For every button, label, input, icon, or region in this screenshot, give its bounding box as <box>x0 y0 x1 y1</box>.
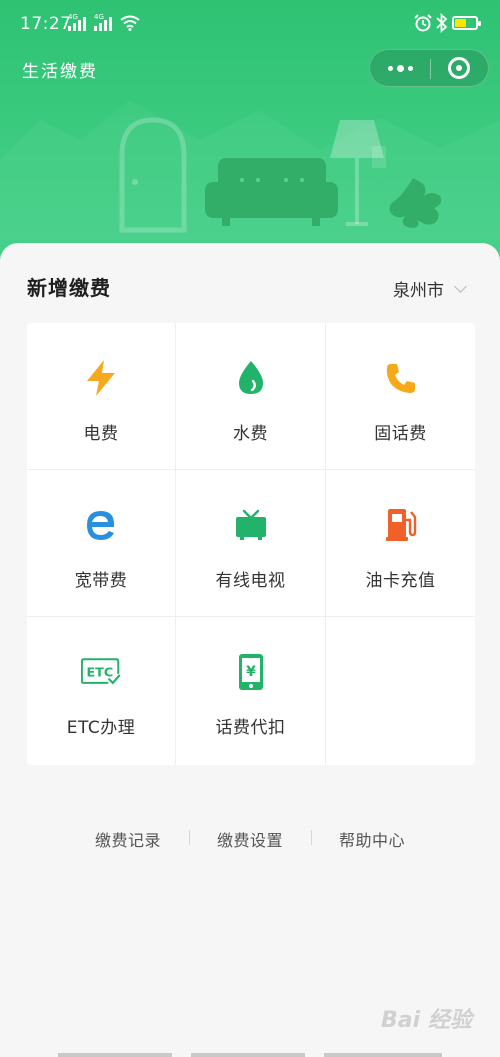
section-title: 新增缴费 <box>27 276 111 300</box>
service-label: ETC办理 <box>66 718 136 738</box>
baidu-watermark: Bai 经验 <box>381 1008 472 1033</box>
service-broadband[interactable]: 宽带费 <box>27 470 176 617</box>
alarm-icon <box>414 14 432 32</box>
service-water[interactable]: 水费 <box>176 323 326 470</box>
service-electricity[interactable]: 电费 <box>27 323 176 470</box>
status-bar: 17:27 4G 4G <box>0 0 500 50</box>
more-options-button[interactable] <box>370 50 430 86</box>
payment-records-link[interactable]: 缴费记录 <box>95 827 161 851</box>
divider <box>311 830 312 845</box>
service-label: 油卡充值 <box>365 571 436 591</box>
mini-program-capsule <box>369 49 489 87</box>
close-mini-program-button[interactable] <box>430 50 488 86</box>
tv-icon <box>231 505 271 545</box>
lightning-icon <box>81 358 121 398</box>
ie-browser-icon <box>81 505 121 545</box>
service-grid: 电费 水费 固话费 宽带费 有线电视 油卡充值 ETC ETC办理 ¥ 话费代扣 <box>27 323 475 765</box>
dot-icon <box>387 65 393 71</box>
gas-station-icon <box>381 505 421 545</box>
bluetooth-icon <box>436 13 448 33</box>
target-circle-icon <box>448 57 470 79</box>
footer-links: 缴费记录 缴费设置 帮助中心 <box>0 823 500 853</box>
service-label: 宽带费 <box>74 571 128 591</box>
main-card: 新增缴费 泉州市 电费 水费 固话费 宽带费 有线电视 油卡充值 ETC ETC… <box>0 243 500 1057</box>
service-fuel-card[interactable]: 油卡充值 <box>326 470 475 617</box>
empty-cell <box>326 617 475 765</box>
battery-icon <box>452 16 481 30</box>
dot-icon <box>407 65 413 71</box>
dot-icon <box>396 64 404 72</box>
page-title: 生活缴费 <box>22 62 98 82</box>
water-drop-icon <box>231 358 271 398</box>
nav-bar-segment <box>191 1053 305 1057</box>
service-label: 话费代扣 <box>215 718 286 738</box>
nav-bar-segment <box>58 1053 172 1057</box>
svg-text:¥: ¥ <box>246 664 256 680</box>
service-landline[interactable]: 固话费 <box>326 323 475 470</box>
cell-signal-icon: 4G <box>68 13 86 31</box>
mobile-yuan-icon: ¥ <box>231 652 271 692</box>
payment-settings-link[interactable]: 缴费设置 <box>217 827 283 851</box>
etc-card-icon: ETC <box>81 652 121 692</box>
network-type-label: 4G <box>68 13 78 21</box>
chevron-down-icon <box>454 279 467 293</box>
service-label: 电费 <box>83 424 119 444</box>
divider <box>189 830 190 845</box>
city-selector[interactable]: 泉州市 <box>393 276 467 301</box>
phone-icon <box>381 358 421 398</box>
service-label: 有线电视 <box>215 571 286 591</box>
network-type-label: 4G <box>94 13 104 21</box>
service-etc[interactable]: ETC ETC办理 <box>27 617 176 765</box>
wifi-icon <box>120 15 140 31</box>
help-center-link[interactable]: 帮助中心 <box>339 827 405 851</box>
city-label: 泉州市 <box>393 281 444 301</box>
service-label: 固话费 <box>374 424 427 444</box>
service-phone-bill-deduction[interactable]: ¥ 话费代扣 <box>176 617 326 765</box>
nav-bar-segment <box>324 1053 442 1057</box>
status-time: 17:27 <box>20 14 72 34</box>
service-label: 水费 <box>233 424 268 444</box>
svg-text:ETC: ETC <box>86 665 113 680</box>
cell-signal-icon: 4G <box>94 13 112 31</box>
service-cable-tv[interactable]: 有线电视 <box>176 470 326 617</box>
